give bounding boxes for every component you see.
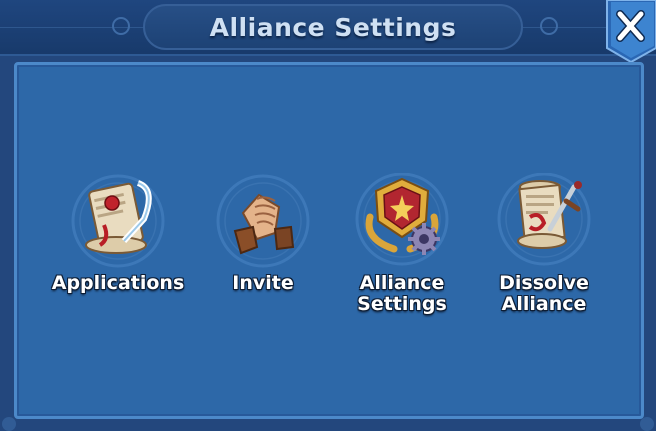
- close-icon: [606, 0, 656, 62]
- window-title: Alliance Settings: [209, 12, 457, 42]
- alliance-settings-window: Alliance Settings Applications Invite Al…: [0, 0, 656, 431]
- alliance-settings-label: Alliance Settings: [357, 272, 447, 315]
- header-ornament: [112, 17, 130, 35]
- crest-gear-icon: [352, 173, 452, 273]
- invite-label: Invite: [232, 272, 294, 294]
- close-button[interactable]: [605, 0, 656, 62]
- dissolve-alliance-label: Dissolve Alliance: [499, 272, 589, 315]
- applications-label: Applications: [51, 272, 185, 294]
- title-plate: Alliance Settings: [143, 4, 523, 50]
- scroll-dagger-icon: [494, 173, 594, 273]
- header-bar: Alliance Settings: [0, 0, 656, 56]
- corner-ornament: [2, 417, 16, 431]
- dissolve-alliance-button[interactable]: Dissolve Alliance: [469, 173, 619, 323]
- header-ornament: [540, 17, 558, 35]
- handshake-icon: [213, 173, 313, 273]
- alliance-settings-button[interactable]: Alliance Settings: [327, 173, 477, 323]
- corner-ornament: [640, 417, 654, 431]
- scroll-quill-icon: [68, 173, 168, 273]
- applications-button[interactable]: Applications: [43, 173, 193, 323]
- invite-button[interactable]: Invite: [188, 173, 338, 323]
